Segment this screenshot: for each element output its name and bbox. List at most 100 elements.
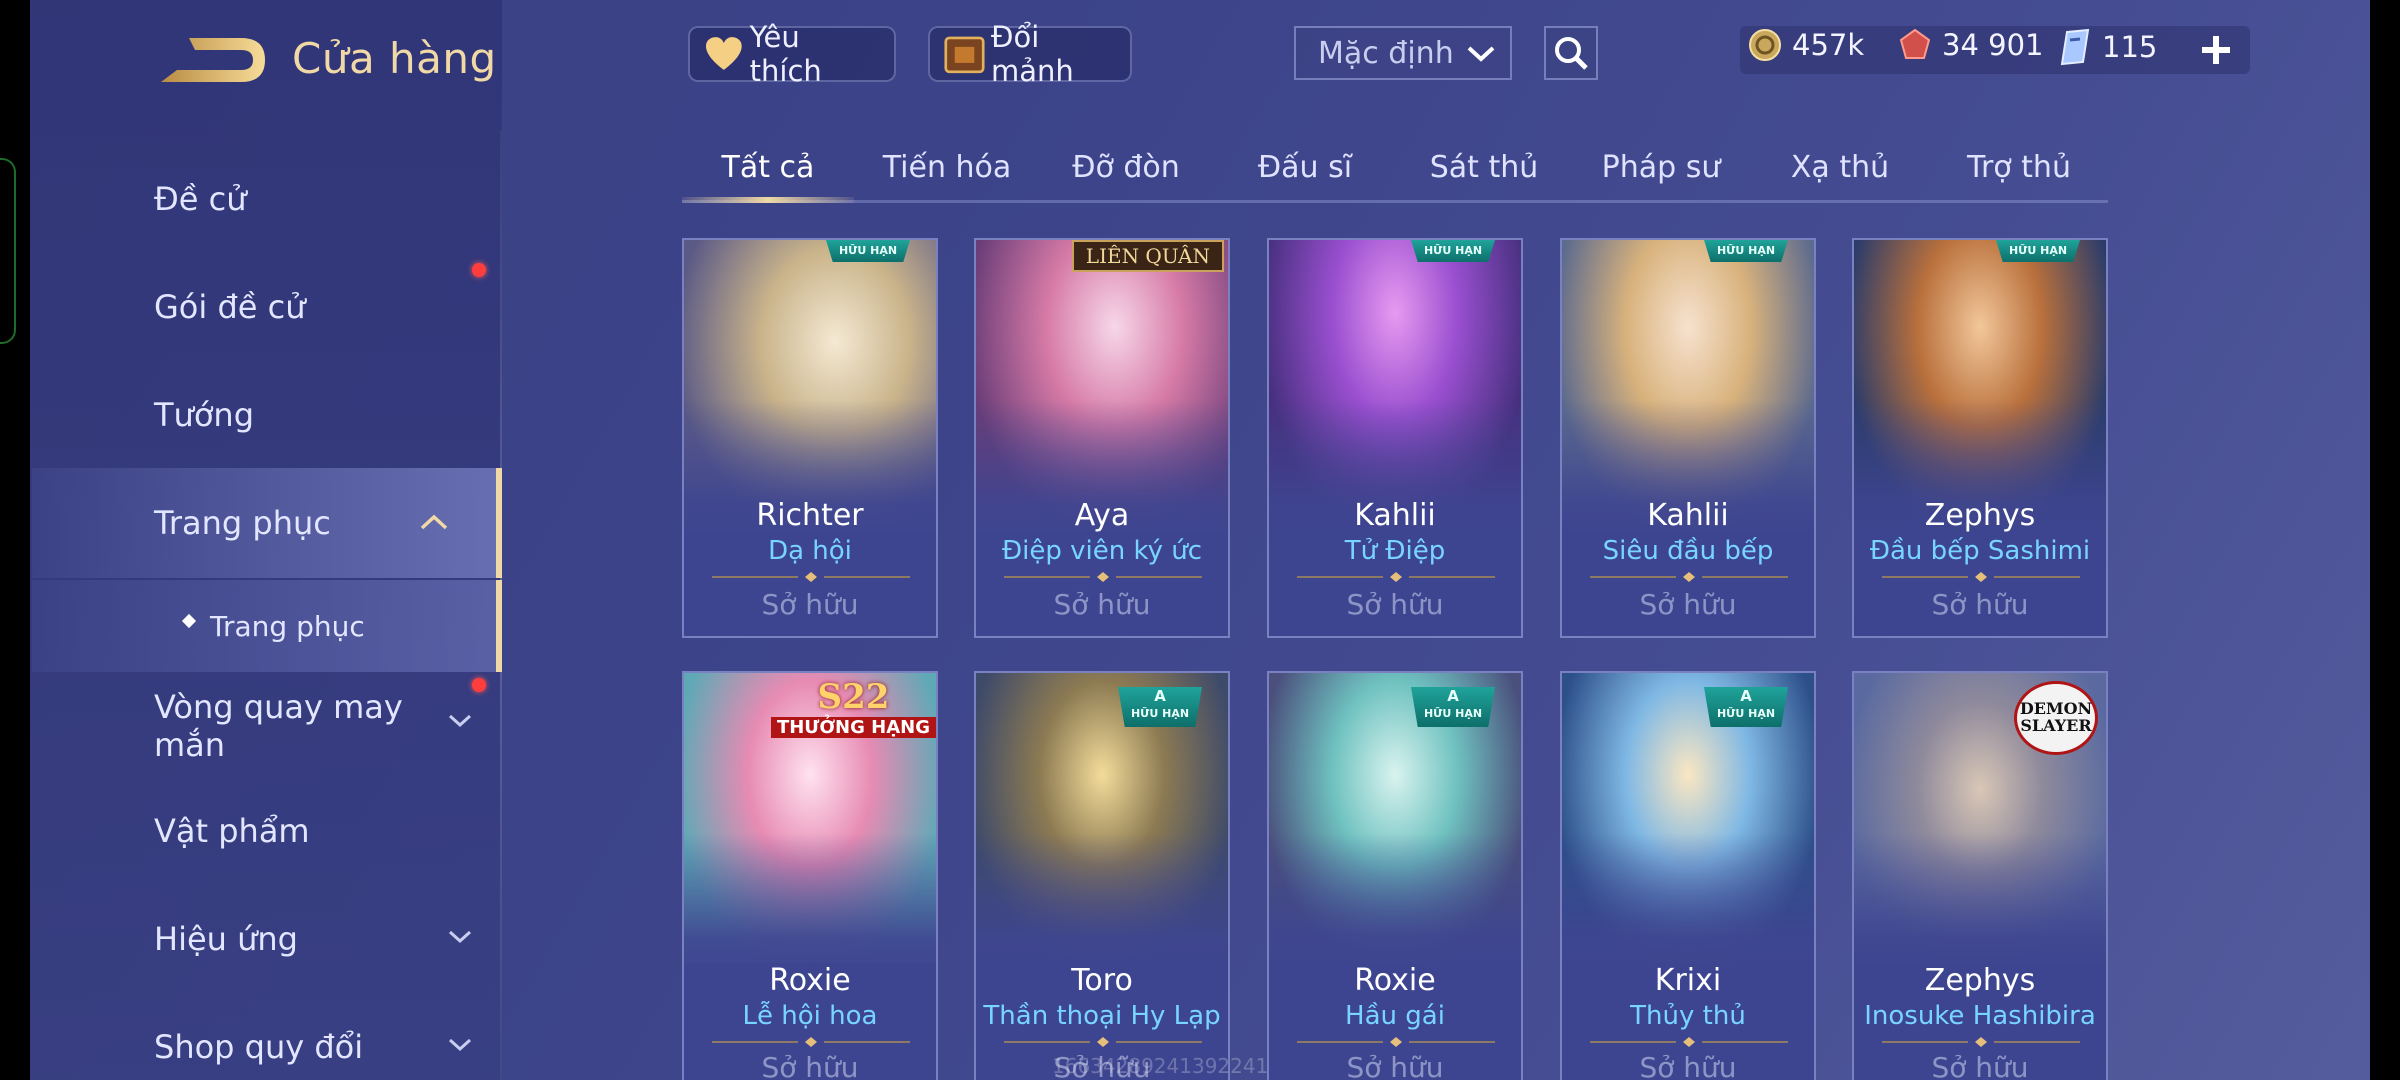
season-reward-label: THƯỞNG HẠNG bbox=[770, 717, 936, 738]
sidebar-item-featured[interactable]: Đề cử bbox=[154, 180, 472, 218]
sidebar-subitem-label: Trang phục bbox=[210, 610, 365, 643]
gold-balance: 457k bbox=[1748, 28, 1864, 62]
voucher-amount: 115 bbox=[2102, 30, 2158, 64]
chevron-down-icon bbox=[448, 714, 472, 728]
add-currency-button[interactable] bbox=[2196, 24, 2236, 76]
rank-label: A bbox=[1740, 687, 1752, 705]
ruby-gem-icon bbox=[1899, 28, 1931, 59]
skin-name: Tử Điệp bbox=[1344, 536, 1446, 566]
tab-all[interactable]: Tất cả bbox=[682, 150, 854, 185]
skin-name: Thần thoại Hy Lạp bbox=[983, 1001, 1221, 1031]
limited-badge: HỮU HẠN bbox=[1996, 240, 2080, 262]
skin-name: Inosuke Hashibira bbox=[1864, 1001, 2096, 1031]
skin-card[interactable]: HỮU HẠN Kahlii Siêu đầu bếp Sở hữu bbox=[1560, 238, 1816, 638]
favorite-button[interactable]: Yêu thích bbox=[688, 20, 896, 88]
plus-icon bbox=[2202, 36, 2230, 64]
skin-card[interactable]: A HỮU HẠN Roxie Hầu gái Sở hữu bbox=[1267, 671, 1523, 1080]
skin-card[interactable]: HỮU HẠN Richter Dạ hội Sở hữu bbox=[682, 238, 938, 638]
gold-coin-icon bbox=[1749, 29, 1781, 61]
tab-marksman[interactable]: Xạ thủ bbox=[1754, 150, 1926, 185]
tab-mage[interactable]: Pháp sư bbox=[1576, 150, 1746, 185]
card-shade bbox=[1269, 833, 1521, 973]
notification-dot bbox=[472, 678, 486, 692]
sidebar-item-exchange-shop[interactable]: Shop quy đổi bbox=[154, 1028, 472, 1066]
rank-label: A bbox=[1447, 687, 1459, 705]
skin-card[interactable]: LIÊN QUÂN Aya Điệp viên ký ức Sở hữu bbox=[974, 238, 1230, 638]
owned-status: Sở hữu bbox=[1639, 1051, 1737, 1080]
ornament-divider bbox=[712, 572, 910, 582]
sidebar-item-skins[interactable]: Trang phục bbox=[154, 504, 472, 542]
sidebar-item-label: Trang phục bbox=[154, 504, 331, 542]
sidebar-item-featured-packs[interactable]: Gói đề cử bbox=[154, 288, 472, 326]
ruby-balance: 34 901 bbox=[1898, 28, 2043, 62]
skin-card[interactable]: HỮU HẠN Zephys Đầu bếp Sashimi Sở hữu bbox=[1852, 238, 2108, 638]
skin-name: Dạ hội bbox=[768, 536, 852, 566]
tab-assassin[interactable]: Sát thủ bbox=[1398, 150, 1570, 185]
owned-status: Sở hữu bbox=[761, 588, 859, 621]
sidebar-item-effects[interactable]: Hiệu ứng bbox=[154, 920, 472, 958]
skin-name: Điệp viên ký ức bbox=[1001, 536, 1203, 566]
limited-badge: HỮU HẠN bbox=[1704, 240, 1788, 262]
page-title: Cửa hàng bbox=[292, 34, 497, 83]
ornament-divider bbox=[1882, 572, 2080, 582]
ornament-divider bbox=[1297, 1037, 1495, 1047]
hero-name: Krixi bbox=[1654, 963, 1722, 998]
sidebar-item-items[interactable]: Vật phẩm bbox=[154, 812, 472, 850]
chevron-down-icon bbox=[448, 1038, 472, 1052]
sort-value: Mặc định bbox=[1318, 35, 1454, 71]
hero-name: Roxie bbox=[769, 963, 851, 998]
hero-name: Zephys bbox=[1924, 963, 2036, 998]
skin-card[interactable]: A HỮU HẠN Krixi Thủy thủ Sở hữu bbox=[1560, 671, 1816, 1080]
shard-chest-icon bbox=[944, 36, 985, 74]
chevron-down-icon bbox=[448, 930, 472, 944]
ornament-divider bbox=[1004, 1037, 1202, 1047]
sidebar-item-heroes[interactable]: Tướng bbox=[154, 396, 472, 434]
skin-card[interactable]: A HỮU HẠN Toro Thần thoại Hy Lạp Sở hữu bbox=[974, 671, 1230, 1080]
ornament-divider bbox=[1590, 1037, 1788, 1047]
skin-name: Hầu gái bbox=[1345, 1001, 1445, 1031]
rank-a-limited-badge: A HỮU HẠN bbox=[1704, 687, 1788, 727]
search-icon bbox=[1555, 37, 1588, 70]
ornament-divider bbox=[712, 1037, 910, 1047]
card-shade bbox=[976, 833, 1228, 973]
owned-status: Sở hữu bbox=[1931, 588, 2029, 621]
skin-name: Lễ hội hoa bbox=[742, 1001, 878, 1031]
search-button[interactable] bbox=[1544, 26, 1598, 80]
limited-badge: HỮU HẠN bbox=[1411, 240, 1495, 262]
sidebar-item-label: Hiệu ứng bbox=[154, 920, 298, 958]
ornament-divider bbox=[1004, 572, 1202, 582]
hero-name: Toro bbox=[1071, 963, 1133, 998]
sidebar-item-label: Shop quy đổi bbox=[154, 1028, 364, 1066]
tab-fighter[interactable]: Đấu sĩ bbox=[1220, 150, 1390, 185]
chevron-up-icon bbox=[420, 514, 448, 530]
watermark-id: 16634289241392241 bbox=[1052, 1054, 1269, 1078]
tab-support[interactable]: Trợ thủ bbox=[1932, 150, 2106, 185]
skin-card[interactable]: S22 THƯỞNG HẠNG Roxie Lễ hội hoa Sở hữu bbox=[682, 671, 938, 1080]
season-badge: S22 THƯỞNG HẠNG bbox=[770, 677, 936, 738]
sidebar-subitem-skins[interactable]: Trang phục bbox=[181, 610, 504, 643]
shard-exchange-button[interactable]: Đổi mảnh bbox=[928, 20, 1132, 88]
sort-dropdown[interactable]: Mặc định bbox=[1294, 26, 1512, 80]
hero-name: Zephys bbox=[1924, 498, 2036, 533]
owned-status: Sở hữu bbox=[1346, 588, 1444, 621]
skin-name: Siêu đầu bếp bbox=[1602, 536, 1774, 566]
owned-status: Sở hữu bbox=[761, 1051, 859, 1080]
skin-card[interactable]: DEMON SLAYER Zephys Inosuke Hashibira Sở… bbox=[1852, 671, 2108, 1080]
tab-tank[interactable]: Đỡ đòn bbox=[1040, 150, 1212, 185]
heart-icon bbox=[705, 37, 742, 70]
voucher-crystal-icon bbox=[2060, 28, 2090, 66]
rank-a-limited-badge: A HỮU HẠN bbox=[1118, 687, 1202, 727]
edge-handle[interactable] bbox=[0, 158, 16, 344]
back-arrow-icon bbox=[161, 38, 265, 82]
hero-name: Kahlii bbox=[1354, 498, 1436, 533]
back-button[interactable] bbox=[155, 30, 275, 90]
gold-amount: 457k bbox=[1792, 28, 1865, 62]
owned-status: Sở hữu bbox=[1346, 1051, 1444, 1080]
tab-evolving[interactable]: Tiến hóa bbox=[862, 150, 1032, 185]
active-tab-indicator bbox=[682, 197, 854, 203]
hero-name: Roxie bbox=[1354, 963, 1436, 998]
ornament-divider bbox=[1590, 572, 1788, 582]
skin-card[interactable]: HỮU HẠN Kahlii Tử Điệp Sở hữu bbox=[1267, 238, 1523, 638]
sidebar-item-lucky-spin[interactable]: Vòng quay may mắn bbox=[154, 688, 444, 764]
limited-label: HỮU HẠN bbox=[1423, 707, 1483, 720]
